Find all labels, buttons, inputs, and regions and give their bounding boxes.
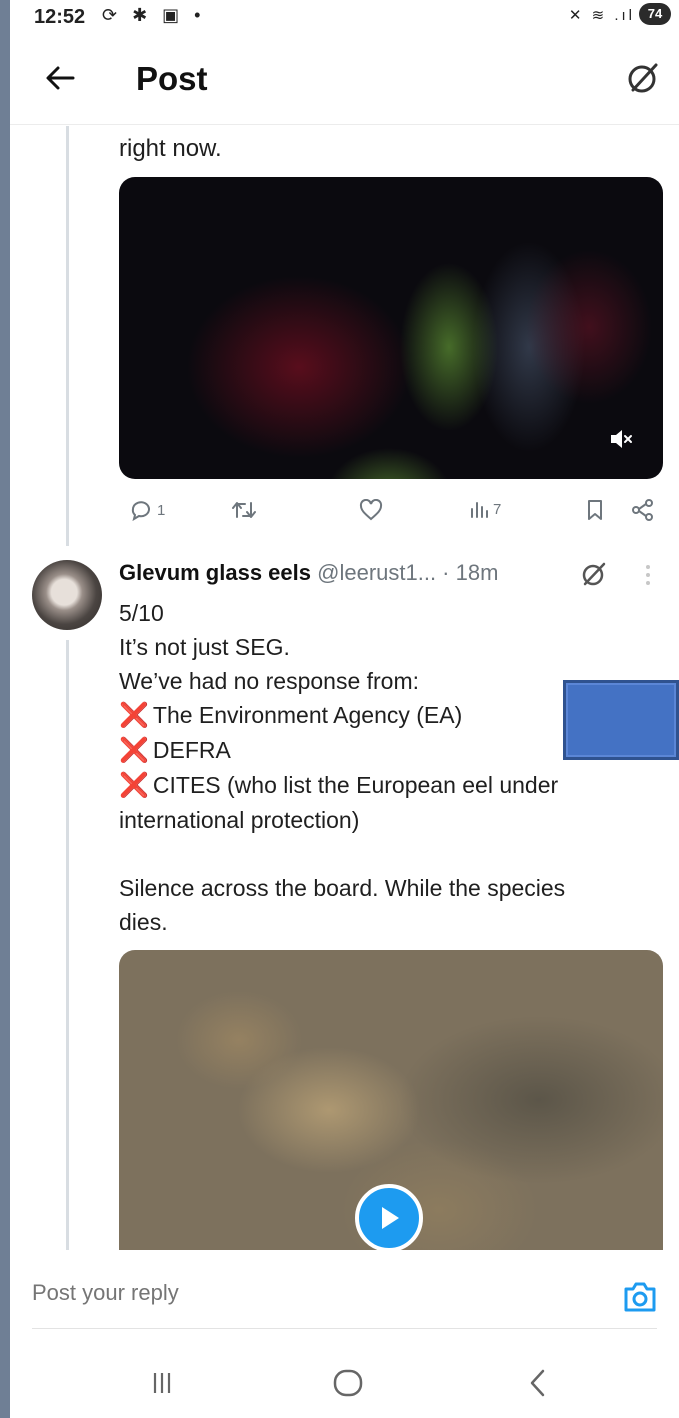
share-action[interactable] <box>631 499 655 521</box>
status-notification-icons: ⟳ ✱ ▣ • <box>102 5 206 25</box>
mute-button[interactable] <box>603 421 639 457</box>
author-handle[interactable]: @leerust1... <box>317 560 436 585</box>
home-icon <box>333 1369 363 1397</box>
grok-button[interactable] <box>623 58 663 98</box>
bookmark-icon <box>588 500 602 520</box>
post-line: dies. <box>119 909 168 935</box>
post-action-bar: 1 7 <box>119 493 663 533</box>
reply-input[interactable] <box>32 1280 432 1306</box>
thread-line-top <box>66 126 69 546</box>
play-button[interactable] <box>355 1184 423 1252</box>
play-icon <box>382 1207 399 1229</box>
post-body: 5/10 It’s not just SEG. We’ve had no res… <box>119 596 659 939</box>
nav-back-button[interactable] <box>518 1365 558 1401</box>
post-author-line: Glevum glass eels @leerust1... · 18m <box>119 560 639 590</box>
post-line: international protection) <box>119 807 360 833</box>
camera-icon[interactable] <box>622 1280 658 1314</box>
post-line: It’s not just SEG. <box>119 634 290 660</box>
more-options-button[interactable] <box>640 560 656 590</box>
author-name[interactable]: Glevum glass eels <box>119 560 311 585</box>
page-title: Post <box>136 60 208 97</box>
system-nav-bar <box>10 1335 679 1418</box>
repost-action[interactable] <box>231 499 261 521</box>
list-item-text: CITES (who list the European eel under <box>152 772 559 798</box>
views-bar-chart-icon <box>471 502 488 518</box>
reply-action[interactable]: 1 <box>129 499 165 521</box>
views-count: 7 <box>493 500 502 518</box>
arrow-left-icon <box>46 66 75 90</box>
avatar[interactable] <box>32 560 102 630</box>
heart-icon <box>359 499 383 521</box>
recents-icon <box>153 1373 171 1393</box>
back-button[interactable] <box>40 58 80 98</box>
overlay-rectangle <box>563 680 679 760</box>
status-time: 12:52 <box>34 6 86 28</box>
meta-separator: · <box>436 560 456 585</box>
thread-line-bottom <box>66 640 69 1250</box>
list-item-text: DEFRA <box>152 737 231 763</box>
back-chevron-icon <box>530 1369 545 1397</box>
post-line: 5/10 <box>119 600 164 626</box>
app-header: Post <box>10 40 679 125</box>
grok-slash-circle-icon[interactable] <box>581 561 607 587</box>
status-signal-icons: ✕ ≋ .ıl <box>568 7 635 24</box>
post-line: Silence across the board. While the spec… <box>119 875 566 901</box>
reply-icon <box>131 501 150 521</box>
battery-icon: 74 <box>639 3 671 25</box>
post-video[interactable] <box>119 950 663 1280</box>
cross-mark-icon: ❌ <box>119 737 149 764</box>
reply-composer <box>10 1250 679 1330</box>
grok-slash-circle-icon <box>628 63 658 93</box>
list-item: ❌ CITES (who list the European eel under <box>119 768 659 803</box>
views-action[interactable]: 7 <box>469 499 501 519</box>
reply-count: 1 <box>157 501 166 519</box>
post-text-tail: right now. <box>119 135 222 162</box>
repost-icon <box>232 502 256 518</box>
bookmark-action[interactable] <box>585 499 605 521</box>
recents-button[interactable] <box>142 1365 182 1401</box>
more-vertical-icon <box>646 565 650 585</box>
home-button[interactable] <box>328 1365 368 1401</box>
cross-mark-icon: ❌ <box>119 702 149 729</box>
post-time: 18m <box>455 560 499 585</box>
speaker-muted-icon <box>611 430 632 448</box>
post-video[interactable] <box>119 177 663 479</box>
divider <box>32 1328 657 1329</box>
cross-mark-icon: ❌ <box>119 772 149 799</box>
share-icon <box>632 499 653 521</box>
paragraph-break <box>119 837 659 871</box>
list-item-text: The Environment Agency (EA) <box>152 702 463 728</box>
like-action[interactable] <box>359 499 387 521</box>
status-bar: 12:52 ⟳ ✱ ▣ • ✕ ≋ .ıl 74 <box>10 0 679 32</box>
